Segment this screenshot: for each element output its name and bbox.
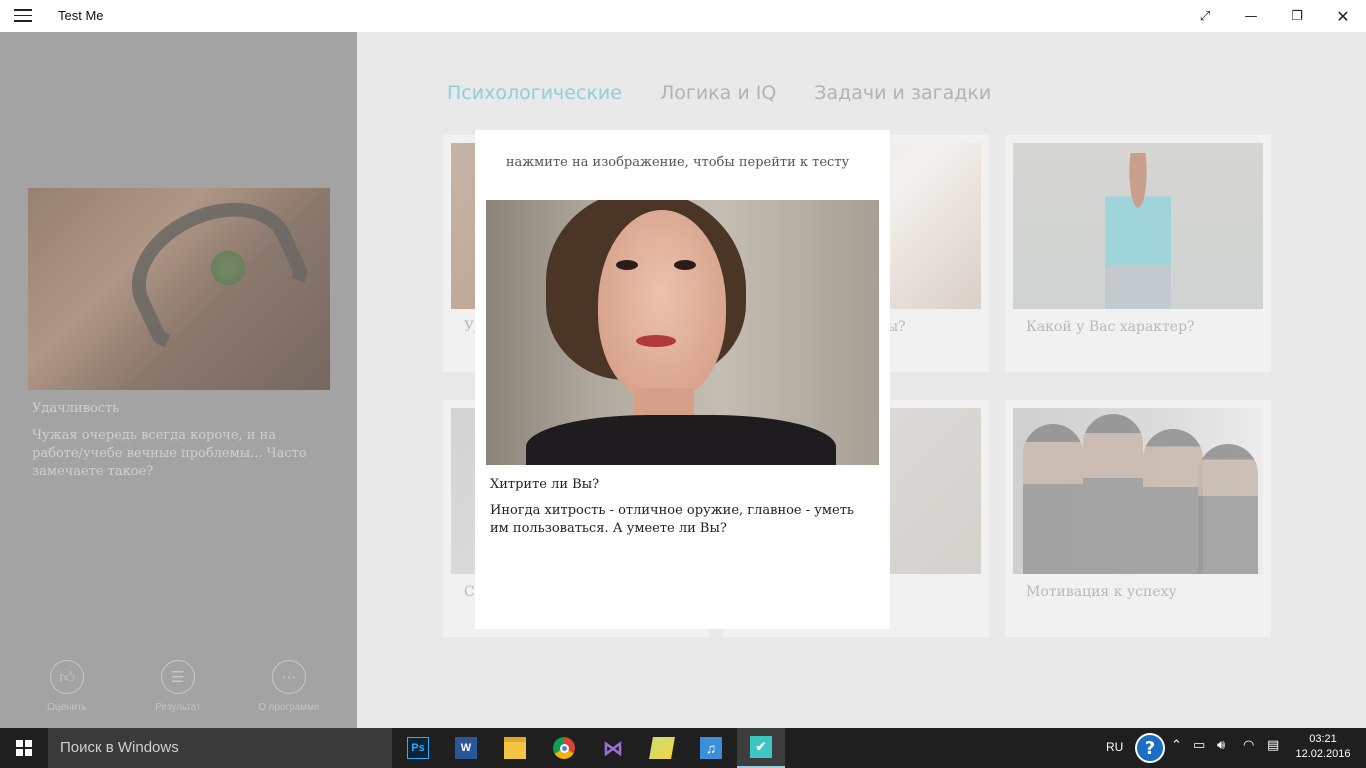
clock-date: 12.02.2016 bbox=[1295, 748, 1351, 760]
windows-icon bbox=[16, 740, 32, 756]
language-indicator[interactable]: RU bbox=[1106, 740, 1123, 754]
featured-image[interactable] bbox=[28, 188, 330, 390]
test-preview-dialog: нажмите на изображение, чтобы перейти к … bbox=[475, 130, 890, 629]
dialog-title: Хитрите ли Вы? bbox=[490, 477, 600, 492]
card-caption: Какой у Вас характер? bbox=[1026, 319, 1195, 335]
card-image bbox=[1013, 143, 1263, 309]
system-clock[interactable]: 03:21 12.02.2016 bbox=[1290, 732, 1356, 762]
featured-description: Чужая очередь всегда короче, и на работе… bbox=[32, 428, 307, 479]
results-button[interactable]: ☰ Результат bbox=[133, 660, 223, 713]
taskbar: Поиск в Windows Ps W ⋈ ♫ ✔ RU ? ⌃ ▭ 🔊︎ ◠… bbox=[0, 728, 1366, 768]
taskbar-search[interactable]: Поиск в Windows bbox=[48, 728, 392, 768]
fullscreen-icon[interactable]: ⤢ bbox=[1182, 0, 1228, 32]
thumbs-up-icon: 👍︎ bbox=[50, 660, 84, 694]
dialog-hint: нажмите на изображение, чтобы перейти к … bbox=[505, 155, 850, 170]
test-card[interactable]: Какой у Вас характер? bbox=[1005, 135, 1271, 372]
app-window: Test Me ⤢ — ❐ ✕ Удачливость Чужая очеред… bbox=[0, 0, 1366, 728]
card-caption: Мотивация к успеху bbox=[1026, 584, 1177, 600]
rate-label: Оценить bbox=[47, 702, 87, 713]
rate-button[interactable]: 👍︎ Оценить bbox=[22, 660, 112, 713]
taskbar-app-test-me[interactable]: ✔ bbox=[737, 728, 785, 768]
search-placeholder: Поиск в Windows bbox=[60, 739, 179, 756]
about-label: О программе bbox=[258, 702, 320, 713]
sidebar-actions: 👍︎ Оценить ☰ Результат ⋯ О программе bbox=[0, 660, 357, 720]
results-label: Результат bbox=[155, 702, 201, 713]
title-bar: Test Me ⤢ — ❐ ✕ bbox=[0, 0, 1366, 32]
list-icon: ☰ bbox=[161, 660, 195, 694]
restore-icon[interactable]: ❐ bbox=[1274, 0, 1320, 32]
taskbar-app-photoshop[interactable]: Ps bbox=[394, 728, 442, 768]
close-icon[interactable]: ✕ bbox=[1320, 0, 1366, 32]
tab-logic-iq[interactable]: Логика и IQ bbox=[660, 82, 776, 104]
taskbar-app-explorer[interactable] bbox=[491, 728, 539, 768]
hamburger-icon[interactable] bbox=[14, 9, 32, 23]
minimize-icon[interactable]: — bbox=[1228, 0, 1274, 32]
clock-time: 03:21 bbox=[1309, 733, 1337, 745]
music-app-icon: ♫ bbox=[700, 737, 722, 759]
test-preview-image[interactable] bbox=[486, 200, 879, 465]
wifi-icon[interactable]: ◠ bbox=[1243, 738, 1254, 753]
sidebar-panel: Удачливость Чужая очередь всегда короче,… bbox=[0, 32, 357, 728]
card-image bbox=[1013, 408, 1263, 574]
dialog-description: Иногда хитрость - отличное оружие, главн… bbox=[490, 503, 855, 536]
notifications-icon[interactable]: ▤ bbox=[1267, 738, 1279, 753]
card-caption: С bbox=[464, 584, 475, 600]
taskbar-app-music[interactable]: ♫ bbox=[687, 728, 735, 768]
tab-puzzles[interactable]: Задачи и загадки bbox=[814, 82, 991, 104]
chrome-icon bbox=[553, 737, 575, 759]
volume-icon[interactable]: 🔊︎ bbox=[1217, 738, 1225, 753]
taskbar-app-chrome[interactable] bbox=[540, 728, 588, 768]
help-icon[interactable]: ? bbox=[1135, 733, 1165, 763]
battery-icon[interactable]: ▭ bbox=[1193, 738, 1205, 753]
featured-title: Удачливость bbox=[32, 401, 120, 416]
tab-psychological[interactable]: Психологические bbox=[447, 82, 622, 104]
file-explorer-icon bbox=[504, 737, 526, 759]
more-icon: ⋯ bbox=[272, 660, 306, 694]
category-tabs: Психологические Логика и IQ Задачи и заг… bbox=[447, 82, 991, 104]
test-me-app-icon: ✔ bbox=[750, 736, 772, 758]
chevron-up-icon[interactable]: ⌃ bbox=[1171, 738, 1182, 753]
start-button[interactable] bbox=[0, 728, 48, 768]
app-title: Test Me bbox=[58, 8, 104, 23]
taskbar-app-word[interactable]: W bbox=[442, 728, 490, 768]
visual-studio-icon: ⋈ bbox=[603, 737, 623, 760]
taskbar-app-visual-studio[interactable]: ⋈ bbox=[589, 728, 637, 768]
word-icon: W bbox=[455, 737, 477, 759]
about-button[interactable]: ⋯ О программе bbox=[244, 660, 334, 713]
test-card[interactable]: Мотивация к успеху bbox=[1005, 400, 1271, 637]
photoshop-icon: Ps bbox=[407, 737, 429, 759]
folder-icon bbox=[649, 737, 675, 759]
taskbar-app-folder[interactable] bbox=[638, 728, 686, 768]
